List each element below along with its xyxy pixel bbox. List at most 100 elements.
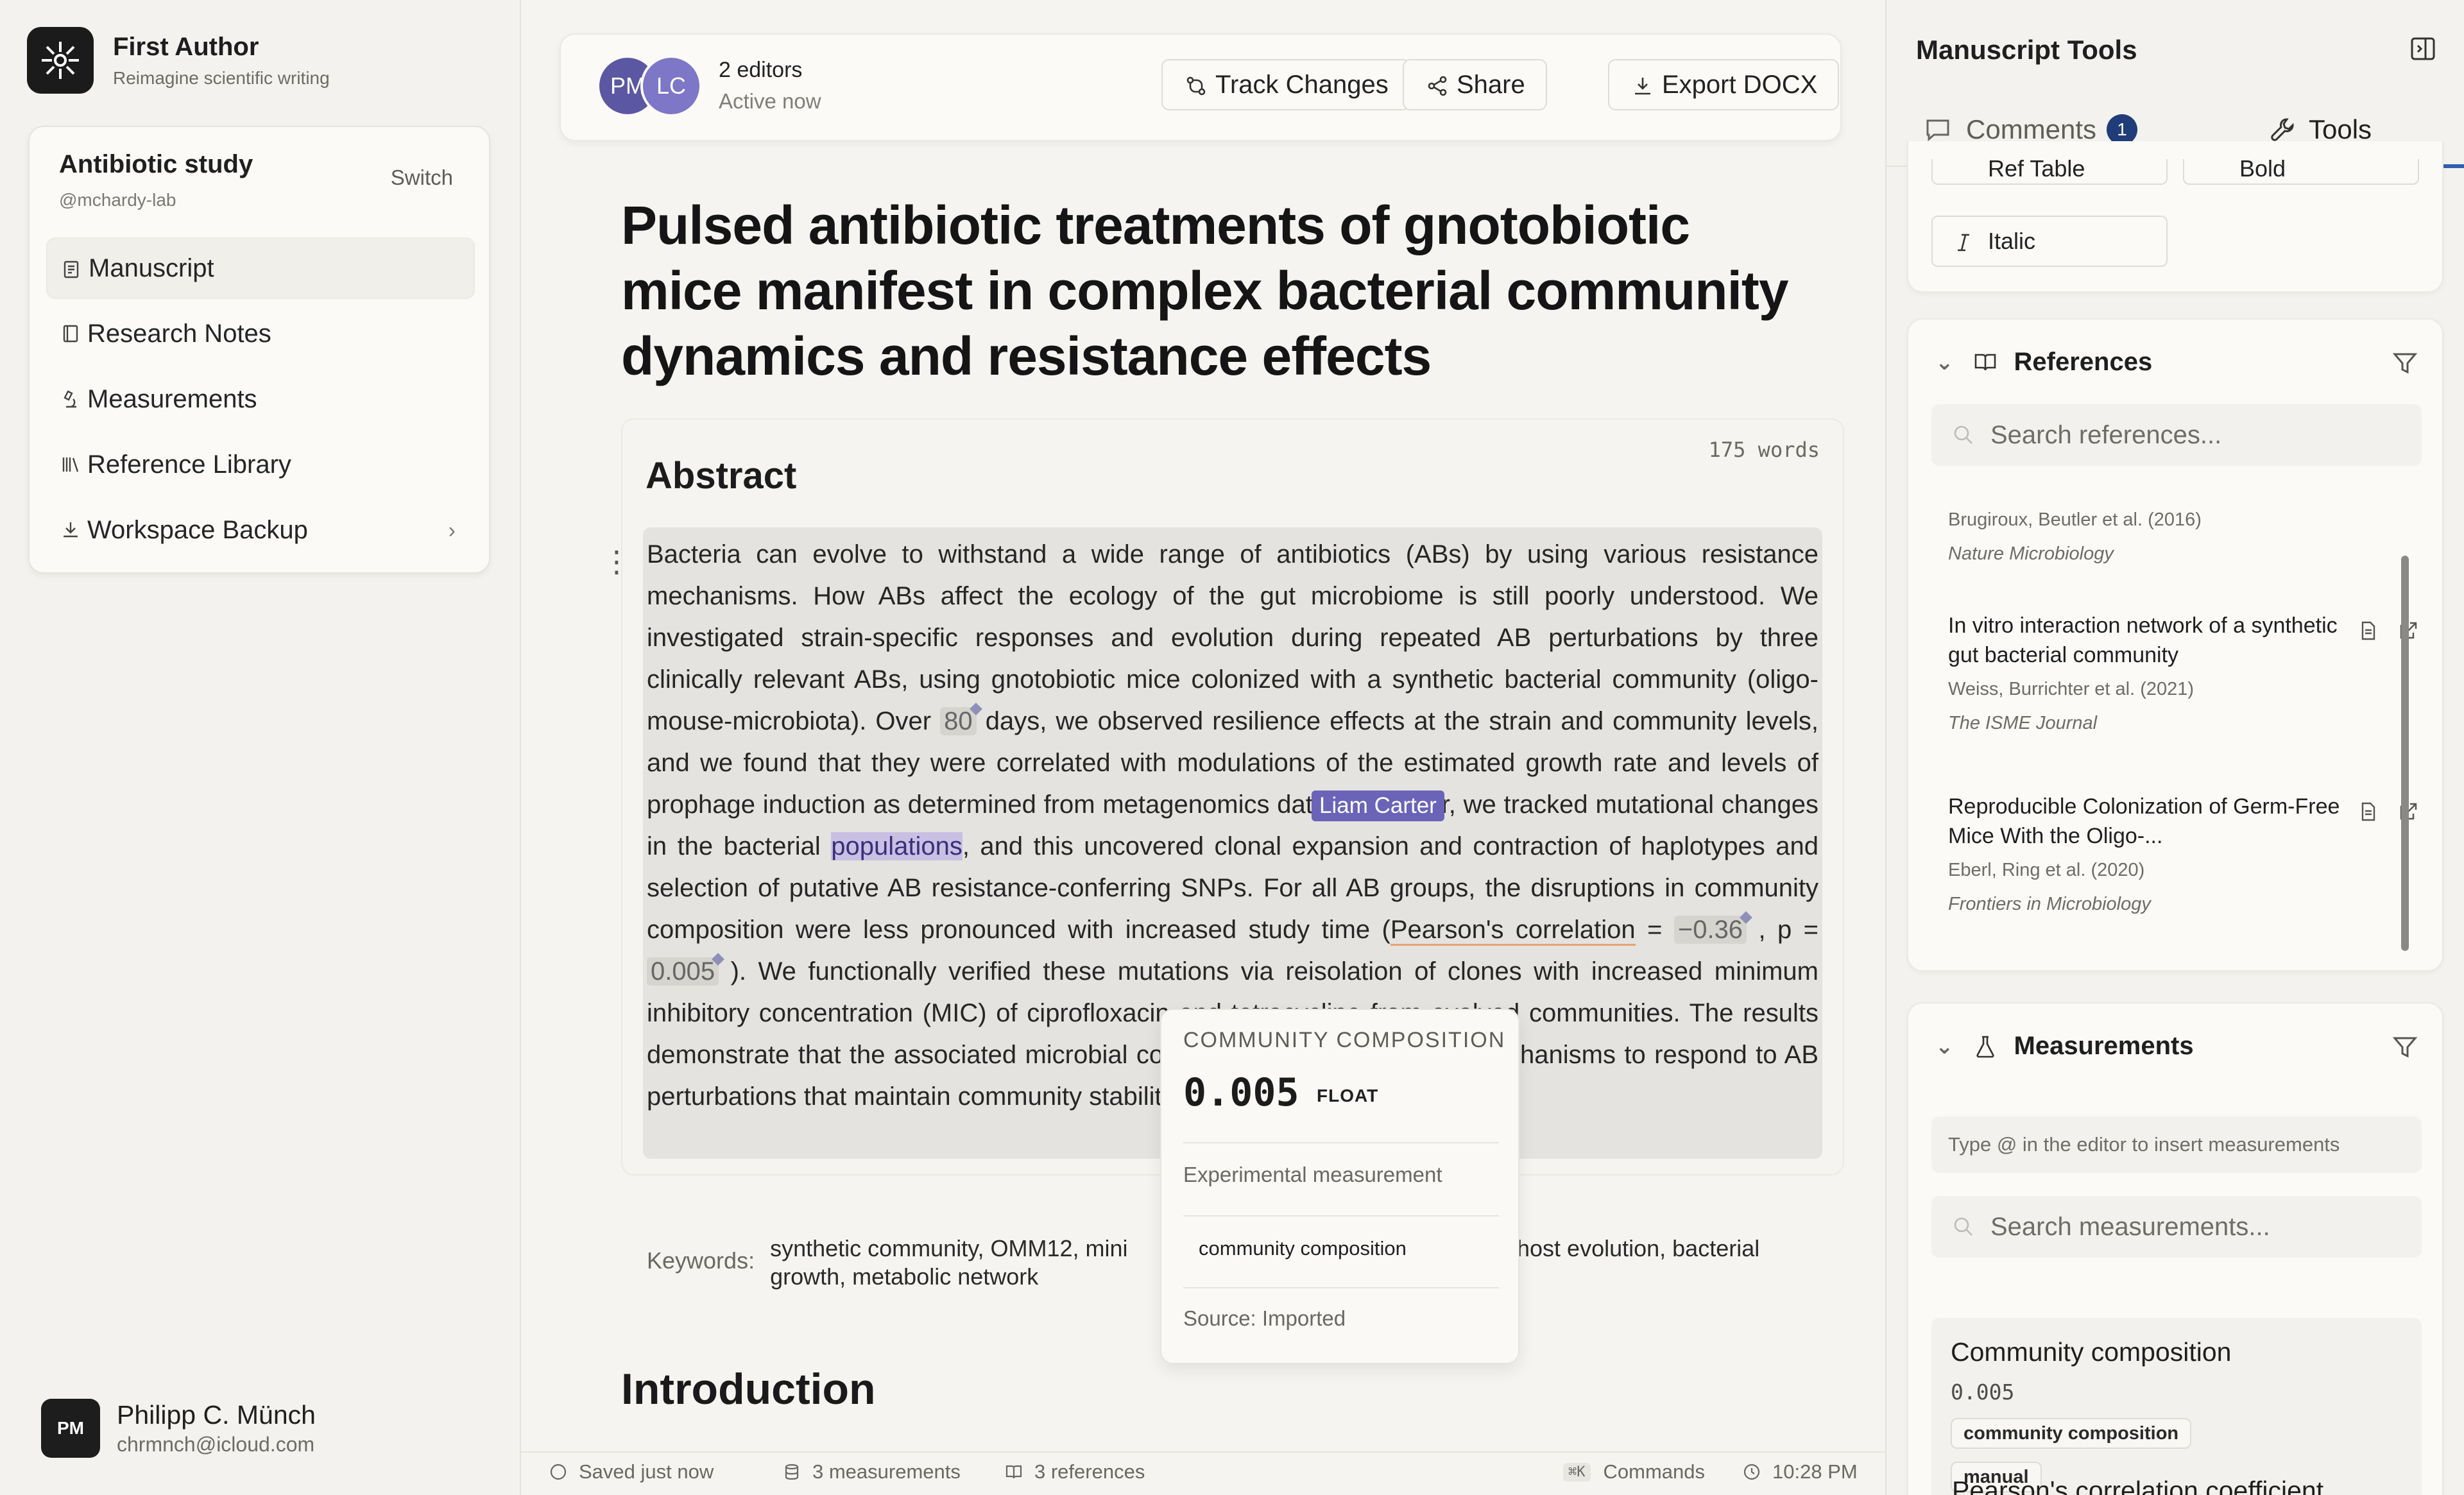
- reference-item[interactable]: In vitro interaction network of a synthe…: [1948, 611, 2359, 734]
- flask-icon: [1976, 1036, 1994, 1057]
- switch-project-button[interactable]: Switch: [391, 166, 453, 190]
- avatar: PM: [41, 1399, 100, 1458]
- comment-count-badge: 1: [2107, 114, 2138, 145]
- references-header[interactable]: ⌄ References: [1935, 348, 2152, 377]
- ref-table-button[interactable]: Ref Table: [1931, 159, 2168, 185]
- sidebar-item-research-notes[interactable]: Research Notes: [46, 303, 475, 364]
- download-icon: [64, 522, 78, 538]
- divider: [1183, 1215, 1499, 1217]
- sidebar-item-label: Reference Library: [87, 450, 291, 479]
- reference-authors: Brugiroux, Beutler et al. (2016): [1948, 509, 2202, 530]
- sidebar-item-label: Measurements: [87, 384, 257, 413]
- measurement-chip[interactable]: 0.005: [647, 957, 719, 986]
- measurement-popover: COMMUNITY COMPOSITION 0.005 FLOAT Experi…: [1160, 1009, 1519, 1364]
- references-scrollbar[interactable]: [2401, 556, 2409, 951]
- measurement-item-next[interactable]: Pearson's correlation coefficient: [1952, 1476, 2323, 1495]
- abstract-text-span: =: [1635, 916, 1674, 944]
- sidebar-item-measurements[interactable]: Measurements: [46, 368, 475, 430]
- introduction-heading[interactable]: Introduction: [621, 1364, 876, 1414]
- popover-type: FLOAT: [1317, 1086, 1379, 1106]
- drag-handle-icon[interactable]: ⋮: [602, 544, 631, 579]
- brand-tagline: Reimagine scientific writing: [113, 67, 330, 88]
- references-card: ⌄ References Search references... Brugir…: [1907, 318, 2443, 971]
- popover-heading: COMMUNITY COMPOSITION: [1183, 1028, 1506, 1052]
- reference-title: In vitro interaction network of a synthe…: [1948, 613, 2338, 667]
- reference-item[interactable]: Reproducible Colonization of Germ-Free M…: [1948, 792, 2359, 915]
- bold-button[interactable]: Bold: [2183, 159, 2419, 185]
- share-label: Share: [1457, 70, 1525, 99]
- export-docx-button[interactable]: Export DOCX: [1608, 59, 1840, 110]
- keywords-text[interactable]: host evolution, bacterial: [1517, 1234, 1759, 1263]
- editors-info: 2 editors Active now: [719, 58, 821, 114]
- panel-collapse-icon[interactable]: [2409, 35, 2437, 63]
- reference-item[interactable]: Brugiroux, Beutler et al. (2016) Nature …: [1948, 500, 2359, 565]
- italic-button[interactable]: Italic: [1931, 216, 2168, 267]
- measurement-item[interactable]: Community composition 0.005 community co…: [1931, 1318, 2422, 1495]
- collaborator-highlight[interactable]: populations: [831, 832, 963, 860]
- editors-status: Active now: [719, 89, 821, 113]
- microscope-icon: [64, 390, 76, 408]
- database-icon: [785, 1464, 799, 1480]
- share-button[interactable]: Share: [1403, 59, 1547, 110]
- popover-source: Source: Imported: [1183, 1306, 1346, 1330]
- circle-icon: [550, 1464, 567, 1480]
- share-icon: [1428, 76, 1447, 96]
- chevron-down-icon: ⌄: [1935, 1034, 1954, 1059]
- sidebar-nav: Manuscript Research Notes Measurements R…: [46, 237, 475, 565]
- document-icon[interactable]: [2357, 801, 2379, 823]
- download-icon: [1635, 78, 1650, 95]
- abstract-text-span: , p =: [1747, 916, 1818, 944]
- sidebar-item-reference-library[interactable]: Reference Library: [46, 434, 475, 495]
- italic-icon: [1958, 234, 1969, 252]
- popover-value: 0.005: [1183, 1070, 1299, 1115]
- measurements-search-input[interactable]: Search measurements...: [1931, 1196, 2422, 1258]
- sidebar-item-label: Research Notes: [87, 319, 271, 348]
- measurement-name: Community composition: [1951, 1337, 2232, 1367]
- track-changes-button[interactable]: Track Changes: [1161, 59, 1410, 110]
- user-profile[interactable]: PM Philipp C. Münch chrmnch@icloud.com: [41, 1399, 316, 1458]
- tab-tools[interactable]: Tools: [2269, 114, 2372, 145]
- keywords-text[interactable]: growth, metabolic network: [770, 1263, 1127, 1291]
- app-logo-icon[interactable]: [27, 27, 94, 94]
- section-title: Measurements: [2014, 1032, 2194, 1060]
- sidebar-item-manuscript[interactable]: Manuscript: [46, 237, 475, 299]
- reference-authors: Eberl, Ring et al. (2020): [1948, 860, 2145, 880]
- measurement-chip[interactable]: 80: [940, 707, 977, 735]
- measurements-count[interactable]: 3 measurements: [783, 1460, 961, 1483]
- abstract-text-span: Bacteria can evolve to withstand a wide …: [647, 540, 1818, 735]
- manuscript-icon: [64, 261, 79, 278]
- measurement-chip[interactable]: −0.36: [1673, 916, 1747, 944]
- measurement-tag: community composition: [1951, 1418, 2192, 1449]
- references-count[interactable]: 3 references: [1005, 1460, 1145, 1483]
- references-search-input[interactable]: Search references...: [1931, 404, 2422, 466]
- collaborator-avatars[interactable]: PM LC: [597, 55, 702, 117]
- tab-comments[interactable]: Comments 1: [1924, 114, 2138, 145]
- measurements-card: ⌄ Measurements Type @ in the editor to i…: [1907, 1002, 2443, 1495]
- project-card: Antibiotic study @mchardy-lab Switch Man…: [28, 126, 490, 574]
- tab-label: Comments: [1966, 114, 2097, 144]
- panel-title: Manuscript Tools: [1916, 35, 2137, 65]
- app-window: First Author Reimagine scientific writin…: [0, 0, 2464, 1495]
- save-status-text: Saved just now: [579, 1460, 714, 1483]
- button-label: Italic: [1988, 228, 2036, 254]
- search-icon: [1954, 425, 1972, 444]
- clock-icon: [1743, 1464, 1760, 1480]
- collaborator-cursor-label: Liam Carter: [1312, 790, 1444, 821]
- export-label: Export DOCX: [1662, 70, 1818, 99]
- clock-text: 10:28 PM: [1772, 1460, 1858, 1483]
- keywords-label: Keywords:: [647, 1247, 755, 1274]
- sidebar-item-workspace-backup[interactable]: Workspace Backup ›: [46, 499, 475, 561]
- user-email: chrmnch@icloud.com: [117, 1433, 315, 1456]
- git-compare-icon: [1186, 76, 1206, 96]
- keywords-text[interactable]: synthetic community, OMM12, mini: [770, 1234, 1127, 1263]
- reference-journal: Frontiers in Microbiology: [1948, 894, 2151, 914]
- document-icon[interactable]: [2357, 620, 2379, 642]
- linked-term[interactable]: Pearson's correlation: [1390, 916, 1636, 946]
- document-title[interactable]: Pulsed antibiotic treatments of gnotobio…: [621, 192, 1795, 389]
- filter-icon[interactable]: [2391, 349, 2419, 377]
- filter-icon[interactable]: [2391, 1033, 2419, 1061]
- measurements-header[interactable]: ⌄ Measurements: [1935, 1032, 2194, 1061]
- commands-shortcut[interactable]: ⌘K Commands: [1563, 1460, 1705, 1483]
- editor-toolbar: PM LC 2 editors Active now Track Changes…: [560, 33, 1842, 141]
- library-icon: [62, 457, 79, 472]
